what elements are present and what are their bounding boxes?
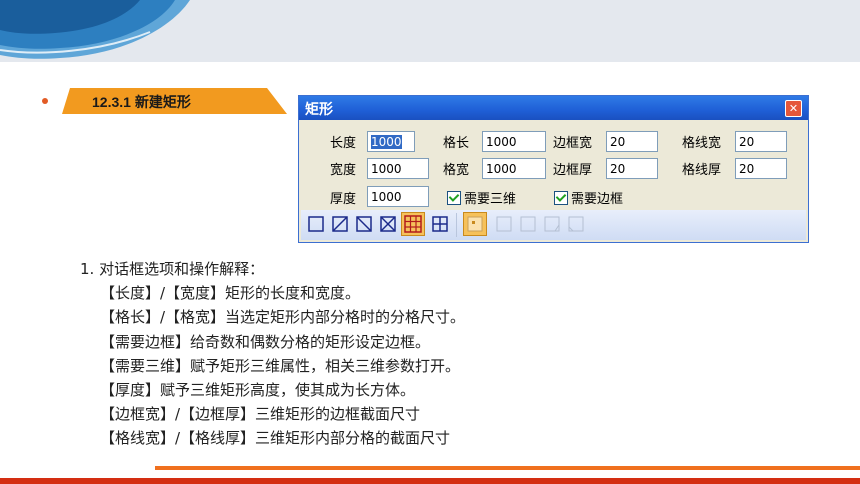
rect-backdiagonal-icon[interactable] [355, 215, 373, 233]
need-3d-checkbox[interactable]: 需要三维 [447, 188, 516, 207]
grid-line-thickness-label: 格线厚 [682, 163, 722, 178]
frame-width-label: 边框宽 [553, 136, 593, 151]
corner-style-5-icon[interactable] [567, 215, 585, 233]
explanation-line: 【格线宽】/【格线厚】三维矩形内部分格的截面尺寸 [100, 429, 451, 448]
rect-grid-icon[interactable] [401, 212, 425, 236]
grid-line-width-label: 格线宽 [682, 136, 722, 151]
grid-line-thickness-input[interactable]: 20 [735, 158, 787, 179]
rect-quad-icon[interactable] [431, 215, 449, 233]
checkbox-checked-icon [447, 191, 461, 205]
explanation-text: 1. 对话框选项和操作解释： 【长度】/【宽度】矩形的长度和宽度。 【格长】/【… [80, 257, 465, 451]
width-label: 宽度 [330, 163, 357, 178]
dialog-titlebar[interactable]: 矩形 ✕ [299, 96, 808, 120]
explanation-line: 【需要三维】赋予矩形三维属性，相关三维参数打开。 [100, 356, 461, 375]
width-input[interactable]: 1000 [367, 158, 429, 179]
frame-thickness-input[interactable]: 20 [606, 158, 658, 179]
bottom-orange-rule [155, 466, 860, 470]
rect-diagonal-icon[interactable] [331, 215, 349, 233]
rect-icon[interactable] [307, 215, 325, 233]
frame-thickness-label: 边框厚 [553, 163, 593, 178]
explanation-line: 【长度】/【宽度】矩形的长度和宽度。 [100, 284, 361, 303]
explanation-line: 【需要边框】给奇数和偶数分格的矩形设定边框。 [100, 332, 431, 351]
explanation-heading: 1. 对话框选项和操作解释： [80, 260, 265, 278]
corner-style-1-icon[interactable] [463, 212, 487, 236]
length-value: 1000 [371, 135, 402, 149]
corner-style-2-icon[interactable] [495, 215, 513, 233]
rect-cross-icon[interactable] [379, 215, 397, 233]
bullet-dot [42, 98, 48, 104]
need-frame-checkbox[interactable]: 需要边框 [554, 188, 623, 207]
length-label: 长度 [330, 136, 357, 151]
thickness-label: 厚度 [330, 192, 357, 207]
shape-toolbar [301, 210, 806, 240]
section-tag: 12.3.1 新建矩形 [42, 88, 287, 116]
toolbar-separator [456, 213, 457, 237]
thickness-input[interactable]: 1000 [367, 186, 429, 207]
explanation-line: 【格长】/【格宽】当选定矩形内部分格时的分格尺寸。 [100, 308, 466, 327]
frame-width-input[interactable]: 20 [606, 131, 658, 152]
bottom-red-rule [0, 478, 860, 484]
explanation-line: 【边框宽】/【边框厚】三维矩形的边框截面尺寸 [100, 405, 421, 424]
close-icon[interactable]: ✕ [785, 100, 802, 117]
cell-length-label: 格长 [443, 136, 470, 151]
length-input[interactable]: 1000 [367, 131, 415, 152]
corner-style-3-icon[interactable] [519, 215, 537, 233]
rectangle-dialog: 矩形 ✕ 长度 1000 格长 1000 边框宽 20 格线宽 20 宽度 10… [298, 95, 809, 243]
section-title: 12.3.1 新建矩形 [92, 94, 191, 110]
corner-style-4-icon[interactable] [543, 215, 561, 233]
checkbox-checked-icon [554, 191, 568, 205]
cell-width-input[interactable]: 1000 [482, 158, 546, 179]
need-3d-label: 需要三维 [464, 192, 517, 207]
cell-width-label: 格宽 [443, 163, 470, 178]
wave-decoration [0, 0, 190, 59]
cell-length-input[interactable]: 1000 [482, 131, 546, 152]
dialog-title: 矩形 [305, 102, 333, 118]
need-frame-label: 需要边框 [571, 192, 624, 207]
grid-line-width-input[interactable]: 20 [735, 131, 787, 152]
explanation-line: 【厚度】赋予三维矩形高度，使其成为长方体。 [100, 381, 416, 400]
